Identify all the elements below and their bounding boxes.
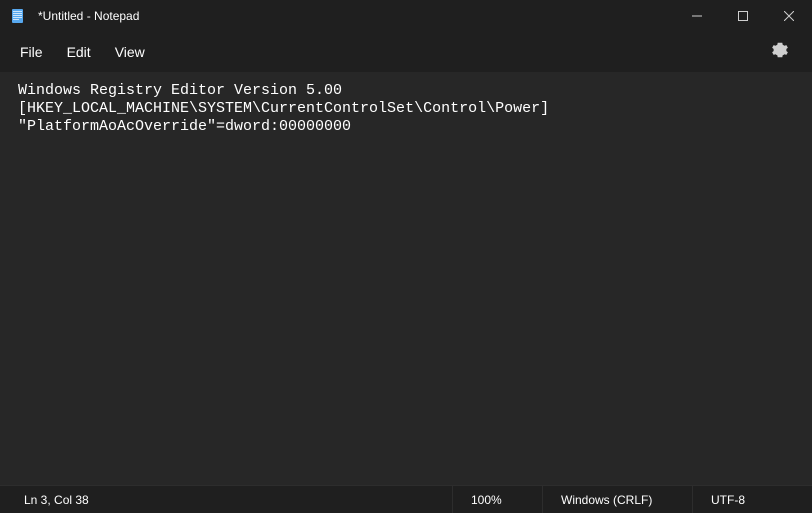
notepad-icon bbox=[10, 8, 26, 24]
menu-view[interactable]: View bbox=[103, 38, 157, 66]
maximize-button[interactable] bbox=[720, 0, 766, 32]
gear-icon bbox=[772, 42, 788, 63]
close-button[interactable] bbox=[766, 0, 812, 32]
menu-edit[interactable]: Edit bbox=[55, 38, 103, 66]
status-encoding: UTF-8 bbox=[692, 486, 812, 513]
status-cursor-position: Ln 3, Col 38 bbox=[0, 486, 107, 513]
minimize-button[interactable] bbox=[674, 0, 720, 32]
settings-button[interactable] bbox=[762, 34, 798, 70]
status-bar: Ln 3, Col 38 100% Windows (CRLF) UTF-8 bbox=[0, 485, 812, 513]
menu-bar: File Edit View bbox=[0, 32, 812, 72]
window-title: *Untitled - Notepad bbox=[38, 9, 139, 23]
status-line-ending: Windows (CRLF) bbox=[542, 486, 692, 513]
status-zoom[interactable]: 100% bbox=[452, 486, 542, 513]
text-editor[interactable]: Windows Registry Editor Version 5.00 [HK… bbox=[0, 72, 812, 485]
menu-file[interactable]: File bbox=[8, 38, 55, 66]
window-controls bbox=[674, 0, 812, 32]
title-bar: *Untitled - Notepad bbox=[0, 0, 812, 32]
